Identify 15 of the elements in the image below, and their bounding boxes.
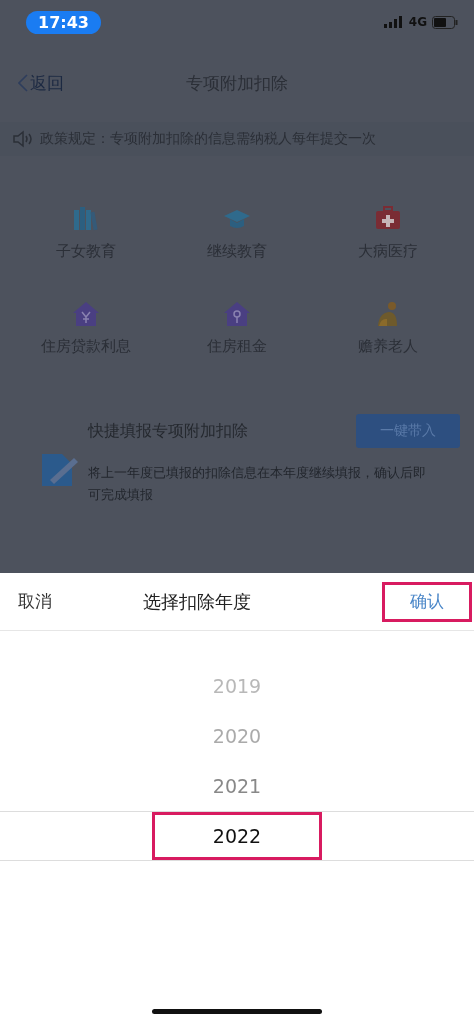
battery-icon — [432, 15, 458, 29]
chevron-left-icon — [18, 74, 28, 92]
signal-icon — [383, 16, 404, 28]
speaker-icon — [12, 130, 34, 148]
confirm-button[interactable]: 确认 — [382, 581, 472, 622]
home-indicator[interactable] — [152, 1009, 322, 1014]
clock-time: 17:43 — [26, 10, 101, 34]
picker-title: 选择扣除年度 — [143, 589, 251, 614]
house-icon — [222, 299, 252, 329]
network-label: 4G — [408, 15, 427, 29]
year-option[interactable]: 2022 — [152, 812, 322, 860]
year-option[interactable]: 2021 — [212, 775, 262, 797]
cancel-button[interactable]: 取消 — [18, 590, 52, 613]
year-option[interactable]: 2020 — [212, 725, 262, 747]
year-option[interactable]: 2019 — [212, 675, 262, 697]
